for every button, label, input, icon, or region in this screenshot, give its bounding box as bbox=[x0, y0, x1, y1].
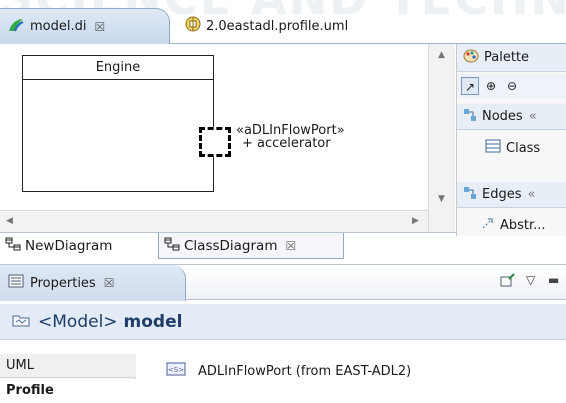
palette-item-abstraction-label: Abstr... bbox=[500, 217, 546, 233]
scroll-up-icon[interactable]: ▲ bbox=[438, 50, 445, 60]
tab-model-di[interactable]: model.di ☒ bbox=[0, 8, 170, 44]
tab-properties[interactable]: Properties ☒ bbox=[0, 265, 186, 301]
zoom-in-icon[interactable]: ⊕ bbox=[482, 77, 500, 95]
papyrus-diagram-icon bbox=[7, 17, 25, 37]
zoom-out-icon[interactable]: ⊖ bbox=[503, 77, 521, 95]
collapse-icon[interactable]: « bbox=[529, 109, 537, 124]
tab-new-diagram[interactable]: NewDiagram bbox=[0, 233, 156, 259]
collapse-icon[interactable]: « bbox=[528, 187, 536, 202]
palette-item-class[interactable]: Class bbox=[457, 136, 566, 160]
title-prefix: <Model> bbox=[38, 311, 118, 332]
close-icon[interactable]: ☒ bbox=[285, 239, 296, 253]
palette-header[interactable]: Palette bbox=[457, 44, 566, 72]
palette-drawer-nodes[interactable]: Nodes « bbox=[457, 104, 566, 130]
palette-title: Palette bbox=[484, 50, 530, 65]
port-name: + accelerator bbox=[242, 136, 331, 151]
svg-text:<S>: <S> bbox=[168, 366, 184, 374]
properties-view-bar: Properties ☒ ▽ ▬ bbox=[0, 264, 566, 301]
tab-class-diagram[interactable]: ClassDiagram ☒ bbox=[158, 233, 344, 259]
uml-model-icon bbox=[185, 16, 201, 36]
close-icon[interactable]: ☒ bbox=[94, 20, 105, 34]
drawer-icon bbox=[463, 108, 477, 126]
horizontal-scrollbar[interactable]: ◀ ▶ bbox=[0, 210, 428, 232]
applied-stereotype-label: ADLInFlowPort (from EAST-ADL2) bbox=[198, 363, 412, 379]
abstraction-icon bbox=[481, 216, 495, 234]
pin-icon[interactable] bbox=[500, 273, 516, 290]
close-icon[interactable]: ☒ bbox=[104, 276, 115, 290]
port-shape[interactable] bbox=[199, 127, 231, 157]
scroll-right-icon[interactable]: ▶ bbox=[412, 216, 419, 226]
editor-tab-bar: model.di ☒ 2.0eastadl.profile.uml bbox=[0, 8, 566, 44]
stereotype-icon: <S> bbox=[166, 362, 186, 380]
palette: Palette ↗ ⊕ ⊖ Nodes « Class Edges « Abst… bbox=[456, 44, 566, 236]
scroll-left-icon[interactable]: ◀ bbox=[6, 216, 13, 226]
palette-item-abstraction[interactable]: Abstr... bbox=[457, 214, 566, 236]
drawer-edges-label: Edges bbox=[482, 187, 522, 202]
palette-icon bbox=[463, 48, 479, 68]
title-name: model bbox=[123, 311, 183, 332]
port-label: «aDLInFlowPort» + accelerator bbox=[236, 124, 345, 150]
class-icon bbox=[485, 139, 501, 157]
drawer-icon bbox=[463, 186, 477, 204]
tab-profile-uml-label: 2.0eastadl.profile.uml bbox=[206, 18, 349, 34]
palette-item-class-label: Class bbox=[506, 140, 541, 156]
class-diagram-icon bbox=[5, 237, 21, 255]
section-tab-profile[interactable]: Profile bbox=[0, 379, 136, 403]
class-node-engine[interactable]: Engine bbox=[22, 55, 214, 192]
properties-title: <Model> model bbox=[0, 304, 566, 340]
properties-icon bbox=[8, 274, 24, 292]
vertical-scrollbar[interactable]: ▲ ▼ bbox=[428, 44, 455, 232]
select-icon[interactable]: ↗ bbox=[461, 77, 479, 95]
section-tab-uml[interactable]: UML bbox=[0, 354, 136, 378]
tab-class-diagram-label: ClassDiagram bbox=[184, 237, 278, 254]
class-name[interactable]: Engine bbox=[23, 56, 213, 80]
minimize-icon[interactable]: ▬ bbox=[548, 273, 559, 287]
tab-profile-uml[interactable]: 2.0eastadl.profile.uml bbox=[178, 8, 388, 44]
class-diagram-icon bbox=[164, 237, 180, 255]
palette-toolbar: ↗ ⊕ ⊖ bbox=[457, 74, 566, 98]
scroll-down-icon[interactable]: ▼ bbox=[438, 194, 445, 204]
drawer-nodes-label: Nodes bbox=[482, 109, 523, 124]
applied-stereotype-row[interactable]: <S> ADLInFlowPort (from EAST-ADL2) bbox=[166, 362, 411, 380]
properties-sections: UML Profile bbox=[0, 354, 136, 403]
view-menu-icon[interactable]: ▽ bbox=[526, 273, 535, 287]
tab-new-diagram-label: NewDiagram bbox=[25, 238, 113, 254]
model-icon bbox=[12, 312, 30, 332]
palette-drawer-edges[interactable]: Edges « bbox=[457, 182, 566, 208]
tab-model-di-label: model.di bbox=[30, 19, 87, 34]
tab-properties-label: Properties bbox=[30, 275, 96, 291]
diagram-tab-bar: NewDiagram ClassDiagram ☒ bbox=[0, 232, 456, 262]
